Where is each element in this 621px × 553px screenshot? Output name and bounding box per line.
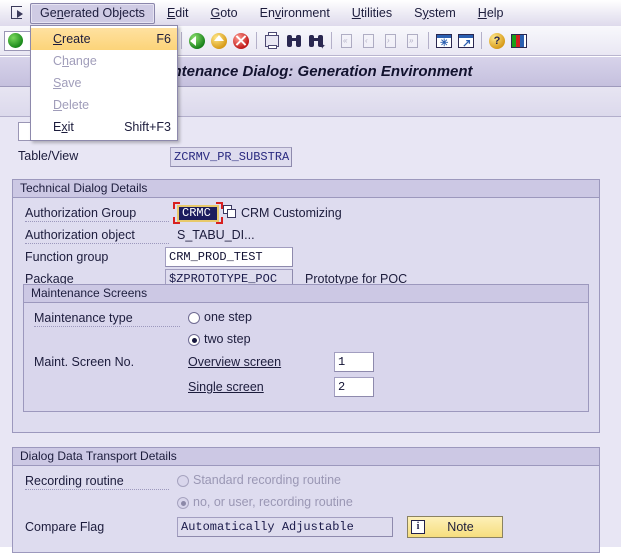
menu-edit[interactable]: Edit — [157, 3, 199, 24]
recording-routine-label: Recording routine — [25, 474, 169, 490]
menu-item-change-label: Change — [53, 54, 97, 68]
print-icon[interactable] — [262, 31, 282, 51]
authorization-object-label: Authorization object — [25, 228, 169, 244]
single-screen-label[interactable]: Single screen — [188, 380, 264, 394]
menu-item-create-label: Create — [53, 32, 91, 46]
menu-item-exit[interactable]: Exit Shift+F3 — [31, 116, 177, 138]
authorization-group-input[interactable]: CRMC — [177, 205, 219, 222]
radio-two-step-label: two step — [204, 332, 251, 346]
radio-standard-recording-routine — [177, 475, 189, 487]
menu-item-create[interactable]: Create F6 — [31, 28, 177, 50]
create-session-icon[interactable]: ✳ — [434, 31, 454, 51]
authorization-group-description: CRM Customizing — [241, 206, 342, 220]
menu-item-save-label: Save — [53, 76, 82, 90]
create-shortcut-icon[interactable] — [456, 31, 476, 51]
radio-two-step[interactable] — [188, 334, 200, 346]
radio-one-step-label: one step — [204, 310, 252, 324]
menu-environment[interactable]: Environment — [250, 3, 340, 24]
radio-no-or-user-recording-routine — [177, 497, 189, 509]
menu-item-delete: Delete — [31, 94, 177, 116]
toolbar-divider — [256, 32, 257, 49]
radio-one-step[interactable] — [188, 312, 200, 324]
table-view-label: Table/View — [18, 149, 79, 163]
back-green-icon[interactable] — [187, 31, 207, 51]
maint-screen-no-label: Maint. Screen No. — [34, 355, 135, 369]
maintenance-group-title: Maintenance Screens — [24, 285, 588, 303]
note-button-label: Note — [447, 520, 474, 534]
menu-item-exit-label: Exit — [53, 120, 74, 134]
transport-group-title: Dialog Data Transport Details — [13, 448, 599, 466]
generated-objects-menu: Create F6 Change Save Delete Exit Shift+… — [30, 25, 178, 141]
menu-item-save: Save — [31, 72, 177, 94]
menu-goto[interactable]: Goto — [200, 3, 247, 24]
enter-button[interactable] — [8, 33, 23, 48]
system-menu-icon[interactable] — [9, 4, 29, 22]
compare-flag-label: Compare Flag — [25, 520, 105, 534]
search-help-icon[interactable] — [223, 205, 237, 219]
technical-group-title: Technical Dialog Details — [13, 180, 599, 198]
menu-item-delete-label: Delete — [53, 98, 90, 112]
menu-item-create-shortcut: F6 — [156, 32, 171, 46]
first-page-icon: « — [337, 31, 357, 51]
help-icon[interactable]: ? — [487, 31, 507, 51]
maintenance-type-label: Maintenance type — [34, 311, 180, 327]
maintenance-screens-group: Maintenance Screens Maintenance type one… — [23, 284, 589, 412]
customize-layout-icon[interactable] — [509, 31, 529, 51]
toolbar-divider — [428, 32, 429, 49]
menu-item-change: Change — [31, 50, 177, 72]
table-view-row: Table/View ZCRMV_PR_SUBSTRA — [18, 147, 598, 167]
info-icon: i — [411, 520, 425, 534]
menu-utilities[interactable]: Utilities — [342, 3, 402, 24]
find-icon[interactable] — [284, 31, 304, 51]
screen-canvas: Table/View ZCRMV_PR_SUBSTRA Technical Di… — [0, 117, 621, 553]
authorization-group-label: Authorization Group — [25, 206, 169, 222]
note-button[interactable]: i Note — [407, 516, 503, 538]
menu-help[interactable]: Help — [468, 3, 514, 24]
next-page-icon: › — [381, 31, 401, 51]
page-title: aintenance Dialog: Generation Environmen… — [160, 63, 473, 80]
last-page-icon: » — [403, 31, 423, 51]
toolbar-divider — [331, 32, 332, 49]
find-next-icon[interactable]: ✦ — [306, 31, 326, 51]
menu-generated-objects[interactable]: Generated Objects — [30, 2, 155, 24]
overview-screen-label[interactable]: Overview screen — [188, 355, 281, 369]
toolbar-divider — [481, 32, 482, 49]
function-group-label: Function group — [25, 250, 109, 264]
previous-page-icon: ‹ — [359, 31, 379, 51]
menu-system[interactable]: System — [404, 3, 466, 24]
dialog-data-transport-details-group: Dialog Data Transport Details Recording … — [12, 447, 600, 553]
single-screen-input[interactable]: 2 — [334, 377, 374, 397]
exit-yellow-icon[interactable] — [209, 31, 229, 51]
function-group-input[interactable]: CRM_PROD_TEST — [165, 247, 293, 267]
menu-item-exit-shortcut: Shift+F3 — [124, 120, 171, 134]
overview-screen-input[interactable]: 1 — [334, 352, 374, 372]
radio-no-or-user-recording-routine-label: no, or user, recording routine — [193, 495, 353, 509]
compare-flag-input[interactable]: Automatically Adjustable — [177, 517, 393, 537]
authorization-object-value: S_TABU_DI... — [177, 228, 255, 242]
radio-standard-recording-routine-label: Standard recording routine — [193, 473, 342, 487]
menu-bar: Generated Objects Edit Goto Environment … — [0, 0, 621, 26]
toolbar-divider — [181, 32, 182, 49]
cancel-red-icon[interactable] — [231, 31, 251, 51]
table-view-field[interactable]: ZCRMV_PR_SUBSTRA — [170, 147, 292, 167]
technical-dialog-details-group: Technical Dialog Details Authorization G… — [12, 179, 600, 433]
